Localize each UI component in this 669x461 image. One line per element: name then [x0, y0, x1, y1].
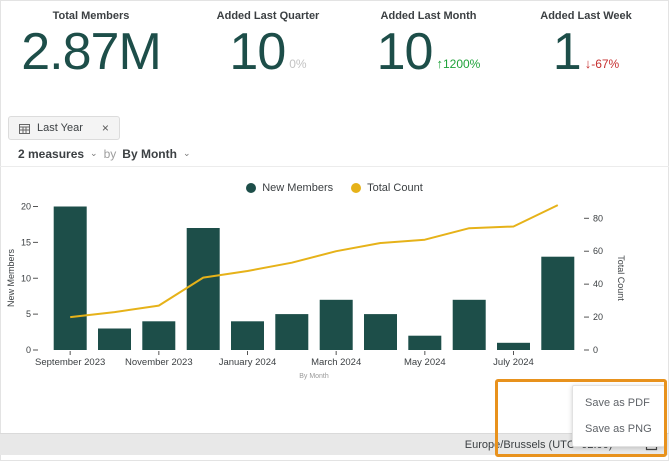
filter-chip-last-year[interactable]: Last Year × [8, 116, 120, 140]
legend-item-new-members[interactable]: New Members [246, 182, 333, 194]
measures-dropdown[interactable]: 2 measures [18, 147, 84, 161]
kpi-title: Added Last Month [381, 10, 477, 22]
menu-item-save-as-png[interactable]: Save as PNG [573, 416, 664, 442]
bar-october-2023[interactable] [98, 329, 131, 351]
x-axis-tick-label: May 2024 [404, 357, 446, 368]
right-axis-title: Total Count [616, 255, 626, 301]
bar-february-2024[interactable] [275, 314, 308, 350]
x-axis-tick-label: July 2024 [493, 357, 534, 368]
bar-september-2023[interactable] [54, 207, 87, 351]
combo-chart[interactable]: 0 5 10 15 20 0 20 40 60 80 September 2023 November … [0, 195, 669, 390]
x-axis-tick-label: November 2023 [125, 357, 193, 368]
bar-december-2023[interactable] [187, 228, 220, 350]
bar-may-2024[interactable] [408, 336, 441, 350]
legend-item-total-count[interactable]: Total Count [351, 182, 423, 194]
chevron-down-icon: ⌄ [183, 148, 191, 159]
legend-dot [246, 183, 256, 193]
bar-november-2023[interactable] [142, 321, 175, 350]
menu-item-save-as-pdf[interactable]: Save as PDF [573, 390, 664, 416]
kpi-value: 10 [229, 24, 285, 81]
left-axis-tick-label: 20 [21, 202, 31, 212]
kpi-value: 2.87M [21, 24, 161, 81]
right-axis-tick-label: 60 [593, 246, 603, 256]
filter-chip-label: Last Year [37, 122, 83, 134]
by-label: by [104, 147, 117, 161]
chevron-down-icon: ⌄ [90, 148, 98, 159]
left-axis-tick-label: 0 [26, 345, 31, 355]
left-axis-tick-label: 5 [26, 309, 31, 319]
x-axis-tick-label: January 2024 [219, 357, 277, 368]
kpi-change-badge: ↓-67% [585, 56, 620, 81]
bar-june-2024[interactable] [453, 300, 486, 350]
chart-legend: New Members Total Count [0, 182, 669, 194]
left-axis-tick-label: 15 [21, 237, 31, 247]
close-icon[interactable]: × [102, 122, 109, 134]
kpi-added-last-quarter: Added Last Quarter 10 0% [182, 0, 354, 104]
footer-bar: Europe/Brussels (UTC+02:00) ⌄ [0, 433, 669, 455]
kpi-total-members: Total Members 2.87M [0, 0, 182, 104]
bar-july-2024[interactable] [497, 343, 530, 350]
kpi-row: Total Members 2.87M Added Last Quarter 1… [0, 0, 669, 104]
kpi-title: Total Members [53, 10, 130, 22]
kpi-change-badge: ↑1200% [436, 56, 480, 81]
kpi-title: Added Last Week [540, 10, 632, 22]
legend-label: Total Count [367, 182, 423, 194]
export-dropdown-menu: Save as PDF Save as PNG [572, 385, 665, 447]
bar-april-2024[interactable] [364, 314, 397, 350]
calendar-icon [19, 123, 30, 134]
measures-bar: 2 measures ⌄ by By Month ⌄ [18, 147, 190, 161]
group-by-dropdown[interactable]: By Month [122, 147, 177, 161]
x-axis-tick-label: March 2024 [311, 357, 361, 368]
section-divider [0, 166, 669, 167]
kpi-added-last-month: Added Last Month 10 ↑1200% [354, 0, 503, 104]
left-axis-tick-label: 10 [21, 273, 31, 283]
kpi-title: Added Last Quarter [217, 10, 320, 22]
bar-august-2024[interactable] [541, 257, 574, 350]
left-axis-title: New Members [6, 248, 16, 307]
kpi-added-last-week: Added Last Week 1 ↓-67% [503, 0, 669, 104]
right-axis-tick-label: 80 [593, 213, 603, 223]
kpi-change-badge: 0% [289, 57, 306, 81]
right-axis-tick-label: 20 [593, 312, 603, 322]
legend-label: New Members [262, 182, 333, 194]
bar-march-2024[interactable] [320, 300, 353, 350]
x-axis-tick-label: September 2023 [35, 357, 105, 368]
right-axis-tick-label: 0 [593, 345, 598, 355]
right-axis-tick-label: 40 [593, 279, 603, 289]
kpi-value: 1 [553, 24, 581, 81]
kpi-value: 10 [377, 24, 433, 81]
x-axis-title: By Month [299, 373, 329, 380]
legend-dot [351, 183, 361, 193]
dashboard-page: { "kpis": [ { "title": "Total Members", … [0, 0, 669, 461]
bar-january-2024[interactable] [231, 321, 264, 350]
